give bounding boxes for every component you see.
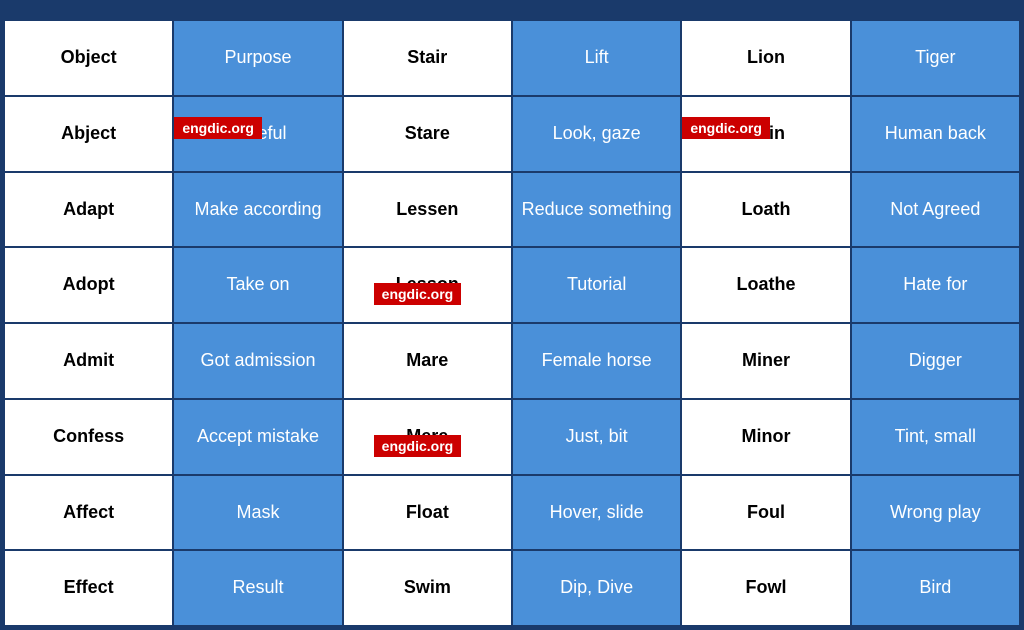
table-cell: Dip, Dive [512, 550, 681, 626]
table-cell: Female horse [512, 323, 681, 399]
table-cell: Affect [4, 475, 173, 551]
table-cell: Lift [512, 20, 681, 96]
table-cell: Abject [4, 96, 173, 172]
table-cell: Take on [173, 247, 342, 323]
table-cell: Object [4, 20, 173, 96]
page-title [3, 3, 1021, 19]
table-cell: Stare [343, 96, 512, 172]
table-cell: Digger [851, 323, 1020, 399]
table-cell: Tutorial [512, 247, 681, 323]
table-cell: Result [173, 550, 342, 626]
table-cell: Miner [681, 323, 850, 399]
table-cell: Purpose [173, 20, 342, 96]
table-cell: Make according [173, 172, 342, 248]
main-table: ObjectPurposeStairLiftLionTigerAbjectHat… [3, 19, 1021, 627]
table-cell: Effect [4, 550, 173, 626]
table-cell: Look, gaze [512, 96, 681, 172]
table-cell: Human back [851, 96, 1020, 172]
table-cell: Mare [343, 323, 512, 399]
table-cell: Admit [4, 323, 173, 399]
table-cell: Bird [851, 550, 1020, 626]
table-cell: Stair [343, 20, 512, 96]
table-cell: Tint, small [851, 399, 1020, 475]
table-cell: Wrong play [851, 475, 1020, 551]
table-cell: Adapt [4, 172, 173, 248]
table-cell: Mereengdic.org [343, 399, 512, 475]
table-cell: Float [343, 475, 512, 551]
table-container: ObjectPurposeStairLiftLionTigerAbjectHat… [3, 19, 1021, 627]
table-cell: Fowl [681, 550, 850, 626]
table-cell: Loinengdic.org [681, 96, 850, 172]
engdic-badge: engdic.org [682, 117, 770, 139]
table-cell: Not Agreed [851, 172, 1020, 248]
table-cell: Just, bit [512, 399, 681, 475]
engdic-badge: engdic.org [374, 283, 462, 305]
table-cell: Hatefulengdic.org [173, 96, 342, 172]
table-cell: Tiger [851, 20, 1020, 96]
table-cell: Reduce something [512, 172, 681, 248]
table-cell: Loathe [681, 247, 850, 323]
table-cell: Foul [681, 475, 850, 551]
table-cell: Got admission [173, 323, 342, 399]
table-cell: Lion [681, 20, 850, 96]
page-wrapper: ObjectPurposeStairLiftLionTigerAbjectHat… [0, 0, 1024, 630]
table-cell: Loath [681, 172, 850, 248]
table-cell: Confess [4, 399, 173, 475]
engdic-badge: engdic.org [174, 117, 262, 139]
table-cell: Lessonengdic.org [343, 247, 512, 323]
engdic-badge: engdic.org [374, 435, 462, 457]
table-cell: Hate for [851, 247, 1020, 323]
table-cell: Adopt [4, 247, 173, 323]
table-cell: Accept mistake [173, 399, 342, 475]
table-cell: Mask [173, 475, 342, 551]
table-cell: Minor [681, 399, 850, 475]
table-cell: Lessen [343, 172, 512, 248]
table-cell: Swim [343, 550, 512, 626]
table-cell: Hover, slide [512, 475, 681, 551]
